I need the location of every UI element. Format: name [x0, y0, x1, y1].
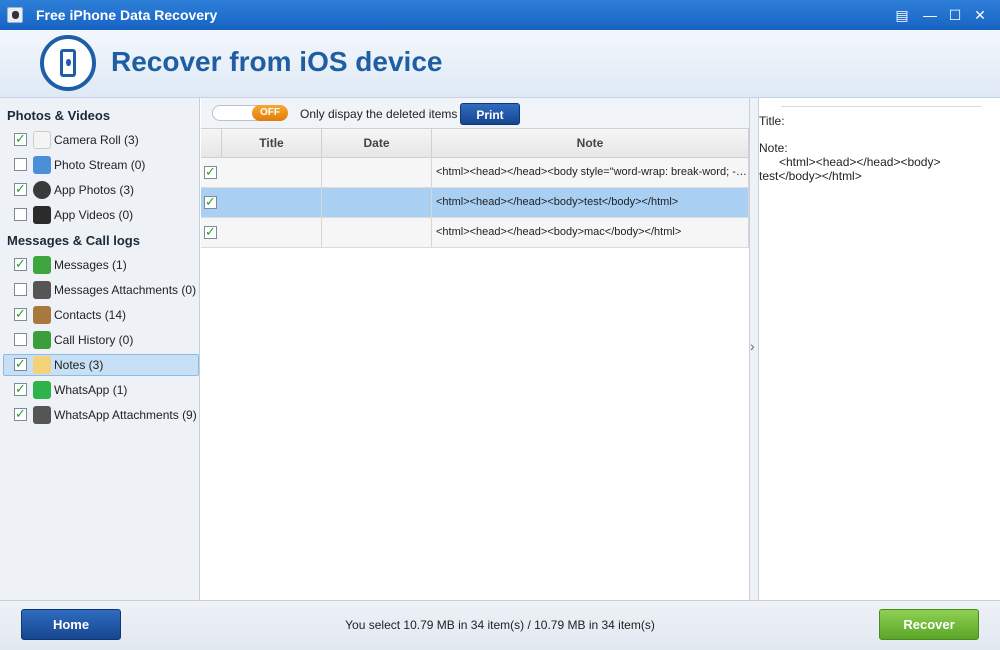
selection-status: You select 10.79 MB in 34 item(s) / 10.7… [345, 618, 655, 632]
app-videos-icon [33, 206, 51, 224]
cell-date [322, 188, 432, 217]
table-header: Title Date Note [201, 128, 749, 158]
checkbox[interactable] [14, 356, 27, 372]
close-icon[interactable]: ✕ [970, 5, 990, 25]
preview-title-label: Title: [759, 114, 785, 128]
deleted-only-label: Only dispay the deleted items [300, 107, 458, 121]
call-history-icon [33, 331, 51, 349]
checkbox[interactable] [14, 181, 27, 197]
cell-date [322, 218, 432, 247]
checkbox[interactable] [14, 131, 27, 147]
sidebar-item-label: Contacts (14) [54, 308, 127, 322]
checkbox[interactable] [14, 406, 27, 422]
cell-title [222, 218, 322, 247]
sidebar-item-messages[interactable]: Messages (1) [3, 254, 199, 276]
recover-button[interactable]: Recover [879, 609, 979, 640]
sidebar-item-notes[interactable]: Notes (3) [3, 354, 199, 376]
table-row[interactable]: <html><head></head><body>mac</body></htm… [201, 218, 749, 248]
table-row[interactable]: <html><head></head><body style="word-wra… [201, 158, 749, 188]
checkbox[interactable] [14, 381, 27, 397]
sidebar-item-whatsapp-attachments[interactable]: WhatsApp Attachments (9) [3, 404, 199, 426]
menu-icon[interactable]: ▤ [892, 5, 912, 25]
sidebar-item-photo-stream[interactable]: Photo Stream (0) [3, 154, 199, 176]
row-checkbox[interactable] [204, 224, 217, 240]
header: Recover from iOS device [0, 30, 1000, 98]
app-icon [7, 7, 23, 23]
cell-note: <html><head></head><body>test</body></ht… [432, 188, 749, 217]
footer: Home You select 10.79 MB in 34 item(s) /… [0, 600, 1000, 650]
panel-splitter[interactable]: › [749, 98, 759, 600]
sidebar: Photos & Videos Camera Roll (3) Photo St… [0, 98, 200, 600]
whatsapp-icon [33, 381, 51, 399]
cell-title [222, 188, 322, 217]
notes-icon [33, 356, 51, 374]
sidebar-item-whatsapp[interactable]: WhatsApp (1) [3, 379, 199, 401]
checkbox[interactable] [14, 208, 27, 221]
sidebar-item-contacts[interactable]: Contacts (14) [3, 304, 199, 326]
print-button[interactable]: Print [460, 103, 520, 125]
toolbar: OFF Only dispay the deleted items Print [201, 98, 749, 128]
preview-note-line-1: <html><head></head><body> [759, 155, 941, 169]
maximize-icon[interactable]: ☐ [945, 5, 965, 25]
checkbox[interactable] [14, 333, 27, 346]
attachment-icon [33, 281, 51, 299]
sidebar-item-label: Call History (0) [54, 333, 134, 347]
app-photos-icon [33, 181, 51, 199]
window-title: Free iPhone Data Recovery [36, 7, 218, 23]
ios-device-icon [40, 35, 96, 91]
column-title[interactable]: Title [222, 129, 322, 158]
title-bar: Free iPhone Data Recovery ▤ — ☐ ✕ [0, 0, 1000, 30]
preview-panel: Title: Note: <html><head></head><body> t… [759, 98, 1000, 600]
minimize-icon[interactable]: — [920, 5, 940, 25]
photo-stream-icon [33, 156, 51, 174]
sidebar-item-app-videos[interactable]: App Videos (0) [3, 204, 199, 226]
page-title: Recover from iOS device [111, 46, 443, 77]
sidebar-item-label: WhatsApp Attachments (9) [54, 408, 197, 422]
cell-note: <html><head></head><body style="word-wra… [432, 158, 749, 187]
row-checkbox[interactable] [204, 164, 217, 180]
header-select[interactable] [201, 129, 222, 158]
checkbox[interactable] [14, 256, 27, 272]
preview-note-label: Note: [759, 141, 788, 155]
sidebar-item-label: App Videos (0) [54, 208, 134, 222]
section-title-photos-videos: Photos & Videos [7, 108, 111, 123]
checkbox[interactable] [14, 306, 27, 322]
column-note[interactable]: Note [432, 129, 749, 158]
checkbox[interactable] [14, 158, 27, 171]
toggle-state: OFF [252, 105, 288, 121]
preview-note-line-2: test</body></html> [759, 169, 862, 183]
table-row[interactable]: <html><head></head><body>test</body></ht… [201, 188, 749, 218]
sidebar-item-label: Messages (1) [54, 258, 127, 272]
messages-icon [33, 256, 51, 274]
contacts-icon [33, 306, 51, 324]
sidebar-item-label: App Photos (3) [54, 183, 135, 197]
cell-date [322, 158, 432, 187]
sidebar-item-label: Notes (3) [54, 358, 104, 372]
divider [781, 106, 981, 107]
cell-note: <html><head></head><body>mac</body></htm… [432, 218, 749, 247]
column-date[interactable]: Date [322, 129, 432, 158]
main-panel: OFF Only dispay the deleted items Print … [201, 98, 749, 600]
sidebar-item-call-history[interactable]: Call History (0) [3, 329, 199, 351]
sidebar-item-app-photos[interactable]: App Photos (3) [3, 179, 199, 201]
sidebar-item-messages-attachments[interactable]: Messages Attachments (0) [3, 279, 199, 301]
chevron-right-icon[interactable]: › [750, 338, 755, 354]
sidebar-item-label: WhatsApp (1) [54, 383, 128, 397]
row-checkbox[interactable] [204, 194, 217, 210]
camera-roll-icon [33, 131, 51, 149]
sidebar-item-label: Camera Roll (3) [54, 133, 139, 147]
cell-title [222, 158, 322, 187]
attachment-icon [33, 406, 51, 424]
deleted-only-toggle[interactable]: OFF [212, 105, 288, 121]
sidebar-item-label: Messages Attachments (0) [54, 283, 197, 297]
sidebar-item-label: Photo Stream (0) [54, 158, 146, 172]
section-title-messages-call-logs: Messages & Call logs [7, 233, 140, 248]
checkbox[interactable] [14, 283, 27, 296]
sidebar-item-camera-roll[interactable]: Camera Roll (3) [3, 129, 199, 151]
